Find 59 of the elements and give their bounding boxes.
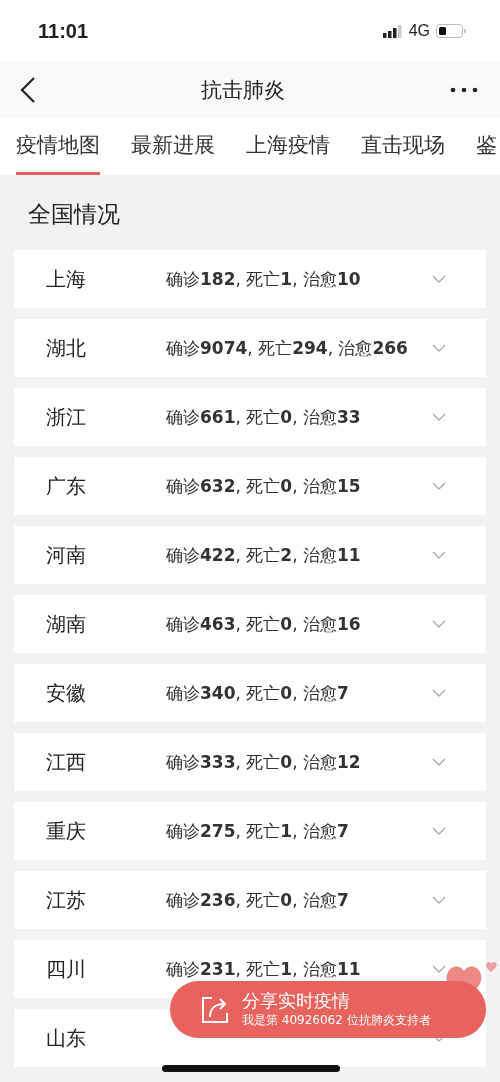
region-stats: 确诊632, 死亡0, 治愈15 <box>166 474 362 498</box>
page-title: 抗击肺炎 <box>201 77 285 104</box>
tab[interactable]: 鉴 <box>476 118 497 175</box>
region-row[interactable]: 上海 确诊182, 死亡1, 治愈10 <box>14 250 486 308</box>
region-name: 江西 <box>46 748 87 776</box>
region-name: 山东 <box>46 1024 87 1052</box>
chevron-icon[interactable] <box>432 413 446 421</box>
region-stats: 确诊661, 死亡0, 治愈33 <box>166 405 362 429</box>
region-name: 湖南 <box>46 610 87 638</box>
share-icon <box>200 994 230 1025</box>
region-row[interactable]: 安徽 确诊340, 死亡0, 治愈7 <box>14 664 486 722</box>
region-row[interactable]: 广东 确诊632, 死亡0, 治愈15 <box>14 457 486 515</box>
chevron-icon[interactable] <box>432 620 446 628</box>
region-name: 上海 <box>46 265 87 293</box>
region-name: 广东 <box>46 472 87 500</box>
region-row[interactable]: 湖南 确诊463, 死亡0, 治愈16 <box>14 595 486 653</box>
tab[interactable]: 上海疫情 <box>246 118 330 175</box>
region-stats: 确诊463, 死亡0, 治愈16 <box>166 612 362 636</box>
region-stats: 确诊275, 死亡1, 治愈7 <box>166 819 350 843</box>
region-stats: 确诊340, 死亡0, 治愈7 <box>166 681 350 705</box>
region-name: 重庆 <box>46 817 87 845</box>
chevron-icon[interactable] <box>432 344 446 352</box>
region-name: 河南 <box>46 541 87 569</box>
region-row[interactable]: 江苏 确诊236, 死亡0, 治愈7 <box>14 871 486 929</box>
region-name: 江苏 <box>46 886 87 914</box>
region-name: 四川 <box>46 955 87 983</box>
chevron-icon[interactable] <box>432 896 446 904</box>
region-name: 浙江 <box>46 403 87 431</box>
region-stats: 确诊422, 死亡2, 治愈11 <box>166 543 362 567</box>
region-row[interactable]: 江西 确诊333, 死亡0, 治愈12 <box>14 733 486 791</box>
region-row[interactable]: 湖北 确诊9074, 死亡294, 治愈266 <box>14 319 486 377</box>
chevron-icon[interactable] <box>432 689 446 697</box>
status-time: 11:01 <box>38 19 89 43</box>
more-icon[interactable] <box>450 87 478 93</box>
region-name: 湖北 <box>46 334 87 362</box>
signal-icon <box>382 24 403 38</box>
battery-icon <box>436 24 466 38</box>
tab[interactable]: 疫情地图 <box>16 118 100 175</box>
region-row[interactable]: 浙江 确诊661, 死亡0, 治愈33 <box>14 388 486 446</box>
region-stats: 确诊9074, 死亡294, 治愈266 <box>166 336 409 360</box>
region-row[interactable]: 河南 确诊422, 死亡2, 治愈11 <box>14 526 486 584</box>
region-row[interactable]: 重庆 确诊275, 死亡1, 治愈7 <box>14 802 486 860</box>
chevron-icon[interactable] <box>432 758 446 766</box>
region-stats: 确诊333, 死亡0, 治愈12 <box>166 750 362 774</box>
region-stats: 确诊182, 死亡1, 治愈10 <box>166 267 362 291</box>
chevron-icon[interactable] <box>432 275 446 283</box>
section-title: 全国情况 <box>27 200 121 229</box>
tab[interactable]: 最新进展 <box>131 118 215 175</box>
chevron-icon[interactable] <box>432 482 446 490</box>
chevron-icon[interactable] <box>432 551 446 559</box>
network-label: 4G <box>408 22 430 40</box>
region-stats: 确诊231, 死亡1, 治愈11 <box>166 957 362 981</box>
back-icon[interactable] <box>20 77 36 103</box>
region-stats: 确诊236, 死亡0, 治愈7 <box>166 888 350 912</box>
chevron-icon[interactable] <box>432 827 446 835</box>
chevron-icon[interactable] <box>432 965 446 973</box>
tab[interactable]: 直击现场 <box>361 118 445 175</box>
share-subtitle: 我是第 40926062 位抗肺炎支持者 <box>242 1012 431 1029</box>
region-name: 安徽 <box>46 679 87 707</box>
